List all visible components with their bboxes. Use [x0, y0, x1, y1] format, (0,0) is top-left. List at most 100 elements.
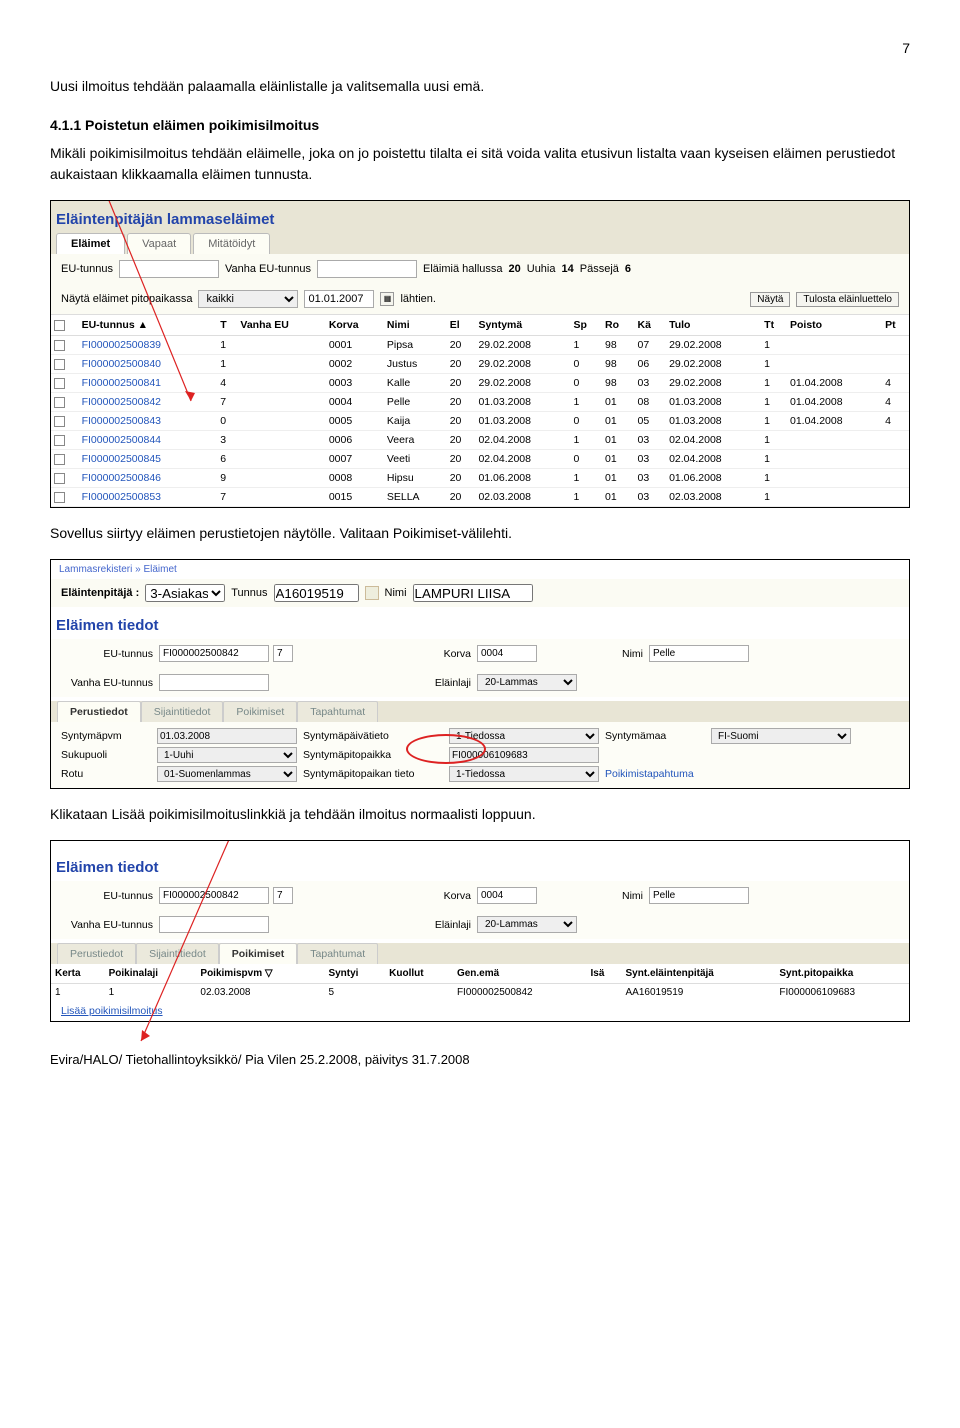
row-checkbox[interactable] — [54, 416, 65, 427]
col-header[interactable]: Kuollut — [385, 964, 453, 984]
row-checkbox[interactable] — [54, 435, 65, 446]
korva-l3: Korva — [381, 890, 471, 902]
table-row: FI00000250085370015SELLA2002.03.20081010… — [51, 488, 909, 507]
refresh-icon[interactable] — [365, 586, 379, 600]
nimi-field3[interactable] — [649, 887, 749, 904]
tulosta-button[interactable]: Tulosta eläinluettelo — [796, 292, 899, 307]
calendar-icon[interactable]: ▦ — [380, 292, 394, 306]
tab3-sijaintitiedot[interactable]: Sijaintitiedot — [136, 943, 219, 964]
laji-l3: Eläinlaji — [381, 919, 471, 931]
col-header[interactable]: Kä — [635, 315, 667, 336]
rotu-select[interactable]: 01-Suomenlammas — [157, 766, 297, 782]
tunnus-label: Tunnus — [231, 587, 267, 599]
col-header[interactable]: Isä — [587, 964, 622, 984]
table-row: FI00000250084560007Veeti2002.04.20080010… — [51, 450, 909, 469]
owner-label: Eläintenpitäjä : — [61, 587, 139, 599]
col-header[interactable]: Sp — [571, 315, 603, 336]
col-header[interactable]: Pt — [882, 315, 909, 336]
col-header[interactable]: Syntymä — [475, 315, 570, 336]
eu-link[interactable]: FI000002500842 — [82, 396, 161, 408]
vanha-field3[interactable] — [159, 916, 269, 933]
date-input[interactable] — [304, 290, 374, 308]
poikimistapahtuma-link[interactable]: Poikimistapahtuma — [605, 768, 705, 780]
tab-elaimet[interactable]: Eläimet — [56, 233, 125, 254]
col-header[interactable]: Ro — [602, 315, 634, 336]
tab-poikimiset[interactable]: Poikimiset — [223, 701, 297, 722]
row-checkbox[interactable] — [54, 492, 65, 503]
nimi-field[interactable] — [649, 645, 749, 662]
tab-sijaintitiedot[interactable]: Sijaintitiedot — [141, 701, 224, 722]
suku-select[interactable]: 1-Uuhi — [157, 747, 297, 763]
tab3-tapahtumat[interactable]: Tapahtumat — [297, 943, 378, 964]
col-header[interactable]: Vanha EU — [237, 315, 325, 336]
add-poikimisilmoitus-link[interactable]: Lisää poikimisilmoitus — [51, 1001, 173, 1021]
col-header[interactable]: Synt.eläintenpitäjä — [622, 964, 776, 984]
eu-field[interactable] — [159, 645, 269, 662]
col-header[interactable]: Nimi — [384, 315, 447, 336]
eu-l: EU-tunnus — [63, 648, 153, 660]
sp-l: Syntymäpvm — [61, 730, 151, 742]
smaa-select[interactable]: FI-Suomi — [711, 728, 851, 744]
laji-select[interactable]: 20-Lammas — [477, 674, 577, 691]
laji-select3[interactable]: 20-Lammas — [477, 916, 577, 933]
vanha-field[interactable] — [159, 674, 269, 691]
col-header[interactable]: Tulo — [666, 315, 761, 336]
intro-paragraph: Uusi ilmoitus tehdään palaamalla eläinli… — [50, 76, 910, 97]
col-header[interactable]: Syntyi — [324, 964, 385, 984]
owner-type-select[interactable]: 3-Asiakas — [145, 584, 225, 602]
row-checkbox[interactable] — [54, 378, 65, 389]
nimi-input[interactable] — [413, 584, 533, 602]
sppt-select[interactable]: 1-Tiedossa — [449, 766, 599, 782]
col-header[interactable]: Poikinalaji — [105, 964, 197, 984]
eu-input[interactable] — [119, 260, 219, 278]
laji-l: Eläinlaji — [381, 677, 471, 689]
eu-link[interactable]: FI000002500839 — [82, 339, 161, 351]
col-header[interactable]: Poisto — [787, 315, 882, 336]
korva-field[interactable] — [477, 645, 537, 662]
col-header[interactable]: Korva — [326, 315, 384, 336]
col-header[interactable]: Synt.pitopaikka — [775, 964, 909, 984]
tab3-perustiedot[interactable]: Perustiedot — [57, 943, 136, 964]
eu-field3[interactable] — [159, 887, 269, 904]
nimi-label: Nimi — [385, 587, 407, 599]
row-checkbox[interactable] — [54, 340, 65, 351]
animal3-fields-2: Vanha EU-tunnus Eläinlaji 20-Lammas — [51, 910, 909, 939]
tab-mitatoidyt[interactable]: Mitätöidyt — [193, 233, 270, 254]
korva-l: Korva — [381, 648, 471, 660]
tab-vapaat[interactable]: Vapaat — [127, 233, 191, 254]
col-header[interactable]: Gen.emä — [453, 964, 587, 984]
eu-link[interactable]: FI000002500846 — [82, 472, 161, 484]
breadcrumb: Lammasrekisteri » Eläimet — [51, 560, 909, 579]
table-row: FI00000250084140003Kalle2029.02.20080980… — [51, 374, 909, 393]
tab-tapahtumat[interactable]: Tapahtumat — [297, 701, 378, 722]
col-header[interactable]: Poikimispvm ▽ — [196, 964, 324, 984]
row-checkbox[interactable] — [54, 397, 65, 408]
tab3-poikimiset[interactable]: Poikimiset — [219, 943, 298, 964]
col-header[interactable]: El — [447, 315, 476, 336]
row-checkbox[interactable] — [54, 473, 65, 484]
eu-link[interactable]: FI000002500841 — [82, 377, 161, 389]
vanha-l3: Vanha EU-tunnus — [63, 919, 153, 931]
pitopaikka-select[interactable]: kaikki — [198, 290, 298, 308]
col-header[interactable]: T — [217, 315, 237, 336]
row-checkbox[interactable] — [54, 359, 65, 370]
eu-link[interactable]: FI000002500840 — [82, 358, 161, 370]
col-header[interactable]: EU-tunnus ▲ — [79, 315, 218, 336]
panel-title: Eläintenpitäjän lammaseläimet — [51, 201, 909, 233]
row-checkbox[interactable] — [54, 454, 65, 465]
tab-perustiedot[interactable]: Perustiedot — [57, 701, 141, 722]
eu-link[interactable]: FI000002500853 — [82, 491, 161, 503]
tunnus-input[interactable] — [274, 584, 359, 602]
col-header[interactable]: Tt — [761, 315, 787, 336]
eu-link[interactable]: FI000002500844 — [82, 434, 161, 446]
eu-field3b[interactable] — [273, 887, 293, 904]
nayta-button[interactable]: Näytä — [750, 292, 790, 307]
eu-field-2[interactable] — [273, 645, 293, 662]
spt-select[interactable]: 1-Tiedossa — [449, 728, 599, 744]
eu-link[interactable]: FI000002500843 — [82, 415, 161, 427]
nimi-l3: Nimi — [583, 890, 643, 902]
vanha-eu-input[interactable] — [317, 260, 417, 278]
eu-link[interactable]: FI000002500845 — [82, 453, 161, 465]
col-header[interactable]: Kerta — [51, 964, 105, 984]
korva-field3[interactable] — [477, 887, 537, 904]
